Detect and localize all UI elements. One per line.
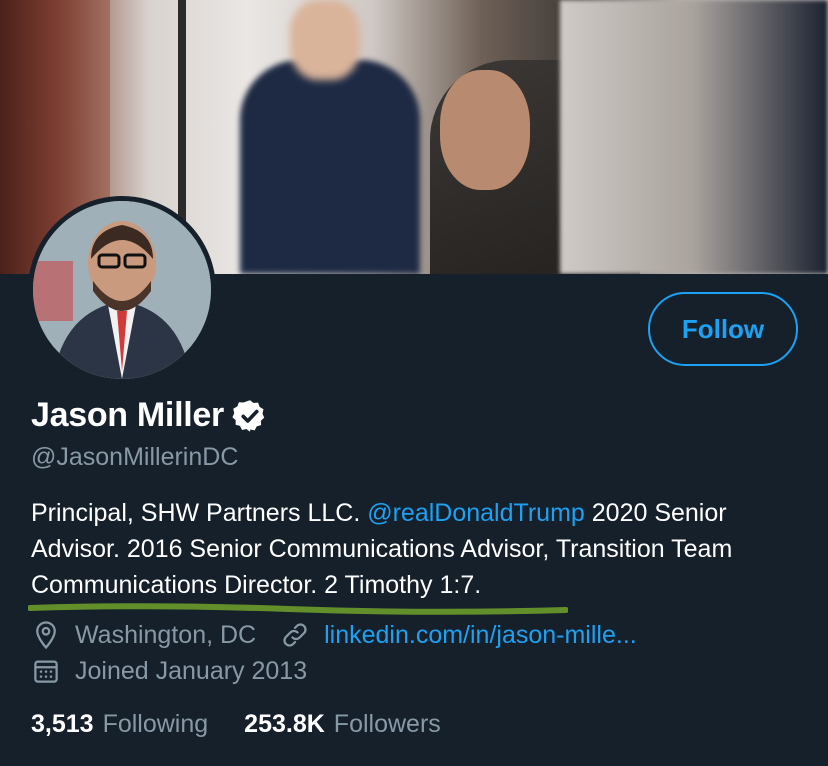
profile-joined-date: Joined January 2013 bbox=[75, 656, 308, 685]
following-count[interactable]: 3,513 bbox=[31, 710, 94, 739]
calendar-icon bbox=[31, 656, 61, 686]
bio-mention-link[interactable]: @realDonaldTrump bbox=[367, 499, 585, 527]
profile-name: Jason Miller bbox=[31, 396, 224, 434]
profile-stats: 3,513 Following 253.8K Followers bbox=[31, 710, 477, 739]
avatar-portrait-graphic bbox=[33, 201, 211, 379]
annotation-underline bbox=[28, 603, 568, 615]
profile-meta-row-1: Washington, DC linkedin.com/in/jason-mil… bbox=[31, 620, 637, 650]
banner-figure-center-head bbox=[440, 70, 530, 190]
banner-figure-right bbox=[560, 0, 828, 274]
link-icon bbox=[280, 620, 310, 650]
banner-figure-left-head bbox=[290, 0, 360, 80]
follow-button[interactable]: Follow bbox=[648, 292, 798, 366]
profile-bio: Principal, SHW Partners LLC. @realDonald… bbox=[31, 495, 801, 603]
following-label[interactable]: Following bbox=[103, 710, 209, 739]
banner-figure-left bbox=[240, 60, 420, 274]
profile-avatar[interactable] bbox=[28, 196, 216, 384]
followers-count[interactable]: 253.8K bbox=[244, 710, 325, 739]
verified-badge-icon bbox=[232, 399, 265, 432]
profile-handle: @JasonMillerinDC bbox=[31, 443, 239, 471]
bio-text-start: Principal, SHW Partners LLC. bbox=[31, 499, 368, 527]
profile-website-link[interactable]: linkedin.com/in/jason-mille... bbox=[324, 621, 637, 650]
profile-location: Washington, DC bbox=[75, 620, 257, 649]
location-pin-icon bbox=[31, 620, 61, 650]
avatar-photo bbox=[33, 201, 211, 379]
profile-name-row: Jason Miller bbox=[31, 396, 268, 435]
profile-meta-row-2: Joined January 2013 bbox=[31, 656, 307, 686]
followers-label[interactable]: Followers bbox=[334, 710, 441, 739]
